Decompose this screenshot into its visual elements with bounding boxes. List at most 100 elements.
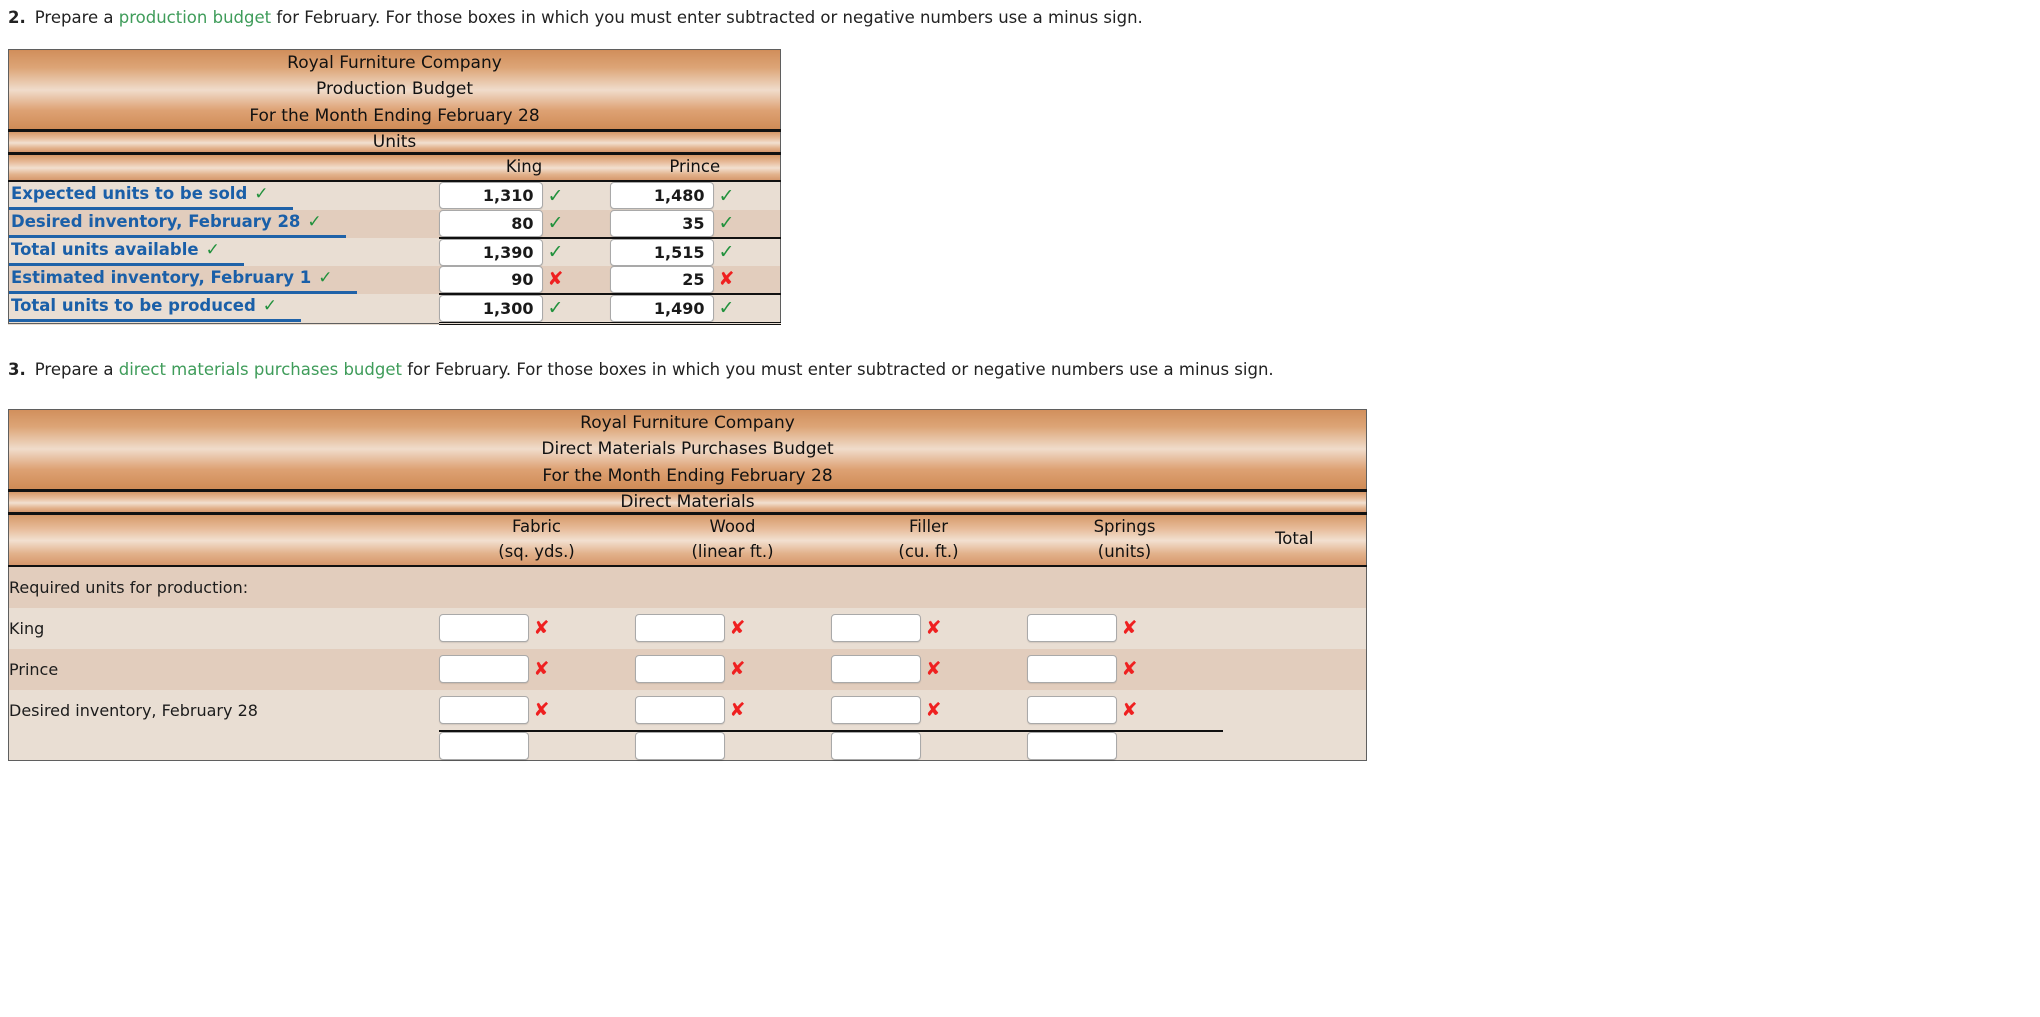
row-label-select-expected-units-to-be-sold[interactable]: Expected units to be sold ✓ [9,182,293,210]
table-row: Desired inventory, February 28 ✘ ✘ ✘ ✘ [8,689,1367,731]
value-cell-king-total-units-produced: ✓ [438,292,610,325]
title-line-report: Direct Materials Purchases Budget [541,439,834,460]
value-cell-king-total [1222,607,1367,649]
row-label-cell-estimated-inventory-feb-1: Estimated inventory, February 1 ✓ [8,265,439,294]
direct-materials-column-header-row: Fabric (sq. yds.) Wood (linear ft.) Fill… [8,513,1367,567]
production-budget-group-header-row: Units [8,130,781,156]
input-desired-inventory-fabric[interactable] [438,695,529,724]
row-label-select-total-units-available[interactable]: Total units available ✓ [9,238,244,266]
input-desired-inventory-filler[interactable] [830,695,921,724]
input-prince-springs[interactable] [1026,655,1117,683]
value-cell-partial-filler [830,729,1027,760]
value-cell-desired-inventory-filler: ✘ [830,689,1027,731]
column-header-wood-unit: (linear ft.) [691,541,774,561]
input-prince-wood[interactable] [634,655,725,683]
check-icon: ✓ [718,297,735,320]
input-partial-springs[interactable] [1026,731,1117,760]
column-header-fabric-name: Fabric [511,517,561,536]
title-line-period: For the Month Ending February 28 [249,105,540,126]
question-3-prefix: Prepare a [34,359,119,379]
direct-materials-budget-table-wrapper: Royal Furniture Company Direct Materials… [0,408,2040,761]
value-cell-king-desired-inventory: ✓ [438,209,610,238]
input-prince-estimated-inventory[interactable] [609,265,714,293]
production-budget-link[interactable]: production budget [119,8,271,27]
value-cell-prince-expected-units: ✓ [609,180,781,210]
value-cell-prince-total-units-produced: ✓ [609,292,781,325]
input-prince-filler[interactable] [830,655,921,683]
value-cell-partial-wood [634,729,831,760]
input-prince-total-units-available[interactable] [609,238,714,266]
cross-icon: ✘ [729,698,746,721]
value-cell-prince-springs: ✘ [1026,648,1223,690]
question-2-prefix: Prepare a [34,8,119,27]
column-header-total: Total [1222,513,1367,567]
check-icon: ✓ [718,184,735,207]
input-king-desired-inventory[interactable] [438,209,543,237]
input-prince-desired-inventory[interactable] [609,209,714,237]
column-header-springs-name: Springs [1093,517,1156,536]
check-icon: ✓ [318,267,333,288]
title-line-report: Production Budget [316,79,473,100]
input-prince-expected-units[interactable] [609,182,714,210]
column-header-springs-unit: (units) [1097,541,1152,561]
value-cell-king-fabric: ✘ [438,607,635,649]
input-king-expected-units[interactable] [438,182,543,210]
question-2-prompt: 2. Prepare a production budget for Febru… [0,6,2040,29]
value-cell-prince-desired-inventory: ✓ [609,209,781,238]
input-king-filler[interactable] [830,614,921,642]
row-label-desired-inventory-feb-28: Desired inventory, February 28 [8,689,439,731]
cross-icon: ✘ [925,698,942,721]
cross-icon: ✘ [925,658,942,680]
table-row: Total units available ✓ ✓ ✓ [8,236,781,266]
column-header-prince: Prince [609,153,781,182]
value-cell-prince-total-units-available: ✓ [609,236,781,266]
input-desired-inventory-wood[interactable] [634,695,725,724]
check-icon: ✓ [262,296,278,317]
production-budget-corner-cell [8,153,439,182]
input-king-fabric[interactable] [438,614,529,642]
value-cell-desired-inventory-springs: ✘ [1026,689,1223,731]
input-desired-inventory-springs[interactable] [1026,695,1117,724]
check-icon: ✓ [547,297,564,320]
production-budget-group-header: Units [8,130,781,156]
title-line-period: For the Month Ending February 28 [542,465,833,486]
input-partial-wood[interactable] [634,731,725,760]
row-label-text: Total units to be produced [11,296,256,316]
check-icon: ✓ [718,212,735,235]
value-cell-prince-estimated-inventory: ✘ [609,265,781,294]
input-king-total-units-available[interactable] [438,238,543,266]
input-partial-filler[interactable] [830,731,921,760]
question-2-number: 2. [8,8,26,27]
row-label-text: Expected units to be sold [11,183,248,203]
production-budget-column-header-row: King Prince [8,153,781,182]
value-cell-king-estimated-inventory: ✘ [438,265,610,294]
value-cell-prince-filler: ✘ [830,648,1027,690]
value-cell-prince-total [1222,648,1367,690]
row-label-text: Desired inventory, February 28 [11,211,301,231]
input-king-estimated-inventory[interactable] [438,265,543,293]
input-prince-total-units-produced[interactable] [609,294,714,322]
question-3-suffix: for February. For those boxes in which y… [401,359,1274,379]
column-header-filler-unit: (cu. ft.) [898,541,959,561]
table-row: Prince ✘ ✘ ✘ ✘ [8,648,1367,690]
row-label-required-units-for-production: Required units for production: [8,565,1367,608]
input-king-total-units-produced[interactable] [438,294,543,322]
table-row: Total units to be produced ✓ ✓ ✓ [8,292,781,325]
question-3-number: 3. [8,359,26,379]
cross-icon: ✘ [1121,658,1138,680]
cross-icon: ✘ [729,617,746,639]
row-label-select-estimated-inventory-feb-1[interactable]: Estimated inventory, February 1 ✓ [9,266,357,294]
input-king-springs[interactable] [1026,614,1117,642]
input-king-wood[interactable] [634,614,725,642]
row-label-select-total-units-to-be-produced[interactable]: Total units to be produced ✓ [9,294,302,323]
check-icon: ✓ [547,212,564,235]
production-budget-table: Royal Furniture Company Production Budge… [8,49,781,325]
column-header-fabric: Fabric (sq. yds.) [438,513,635,567]
input-partial-fabric[interactable] [438,731,529,760]
input-prince-fabric[interactable] [438,655,529,683]
title-line-company: Royal Furniture Company [287,53,502,74]
direct-materials-purchases-budget-link[interactable]: direct materials purchases budget [119,360,402,379]
row-label-select-desired-inventory-feb-28[interactable]: Desired inventory, February 28 ✓ [9,210,346,238]
value-cell-king-total-units-available: ✓ [438,236,610,266]
cross-icon: ✘ [1121,617,1138,639]
